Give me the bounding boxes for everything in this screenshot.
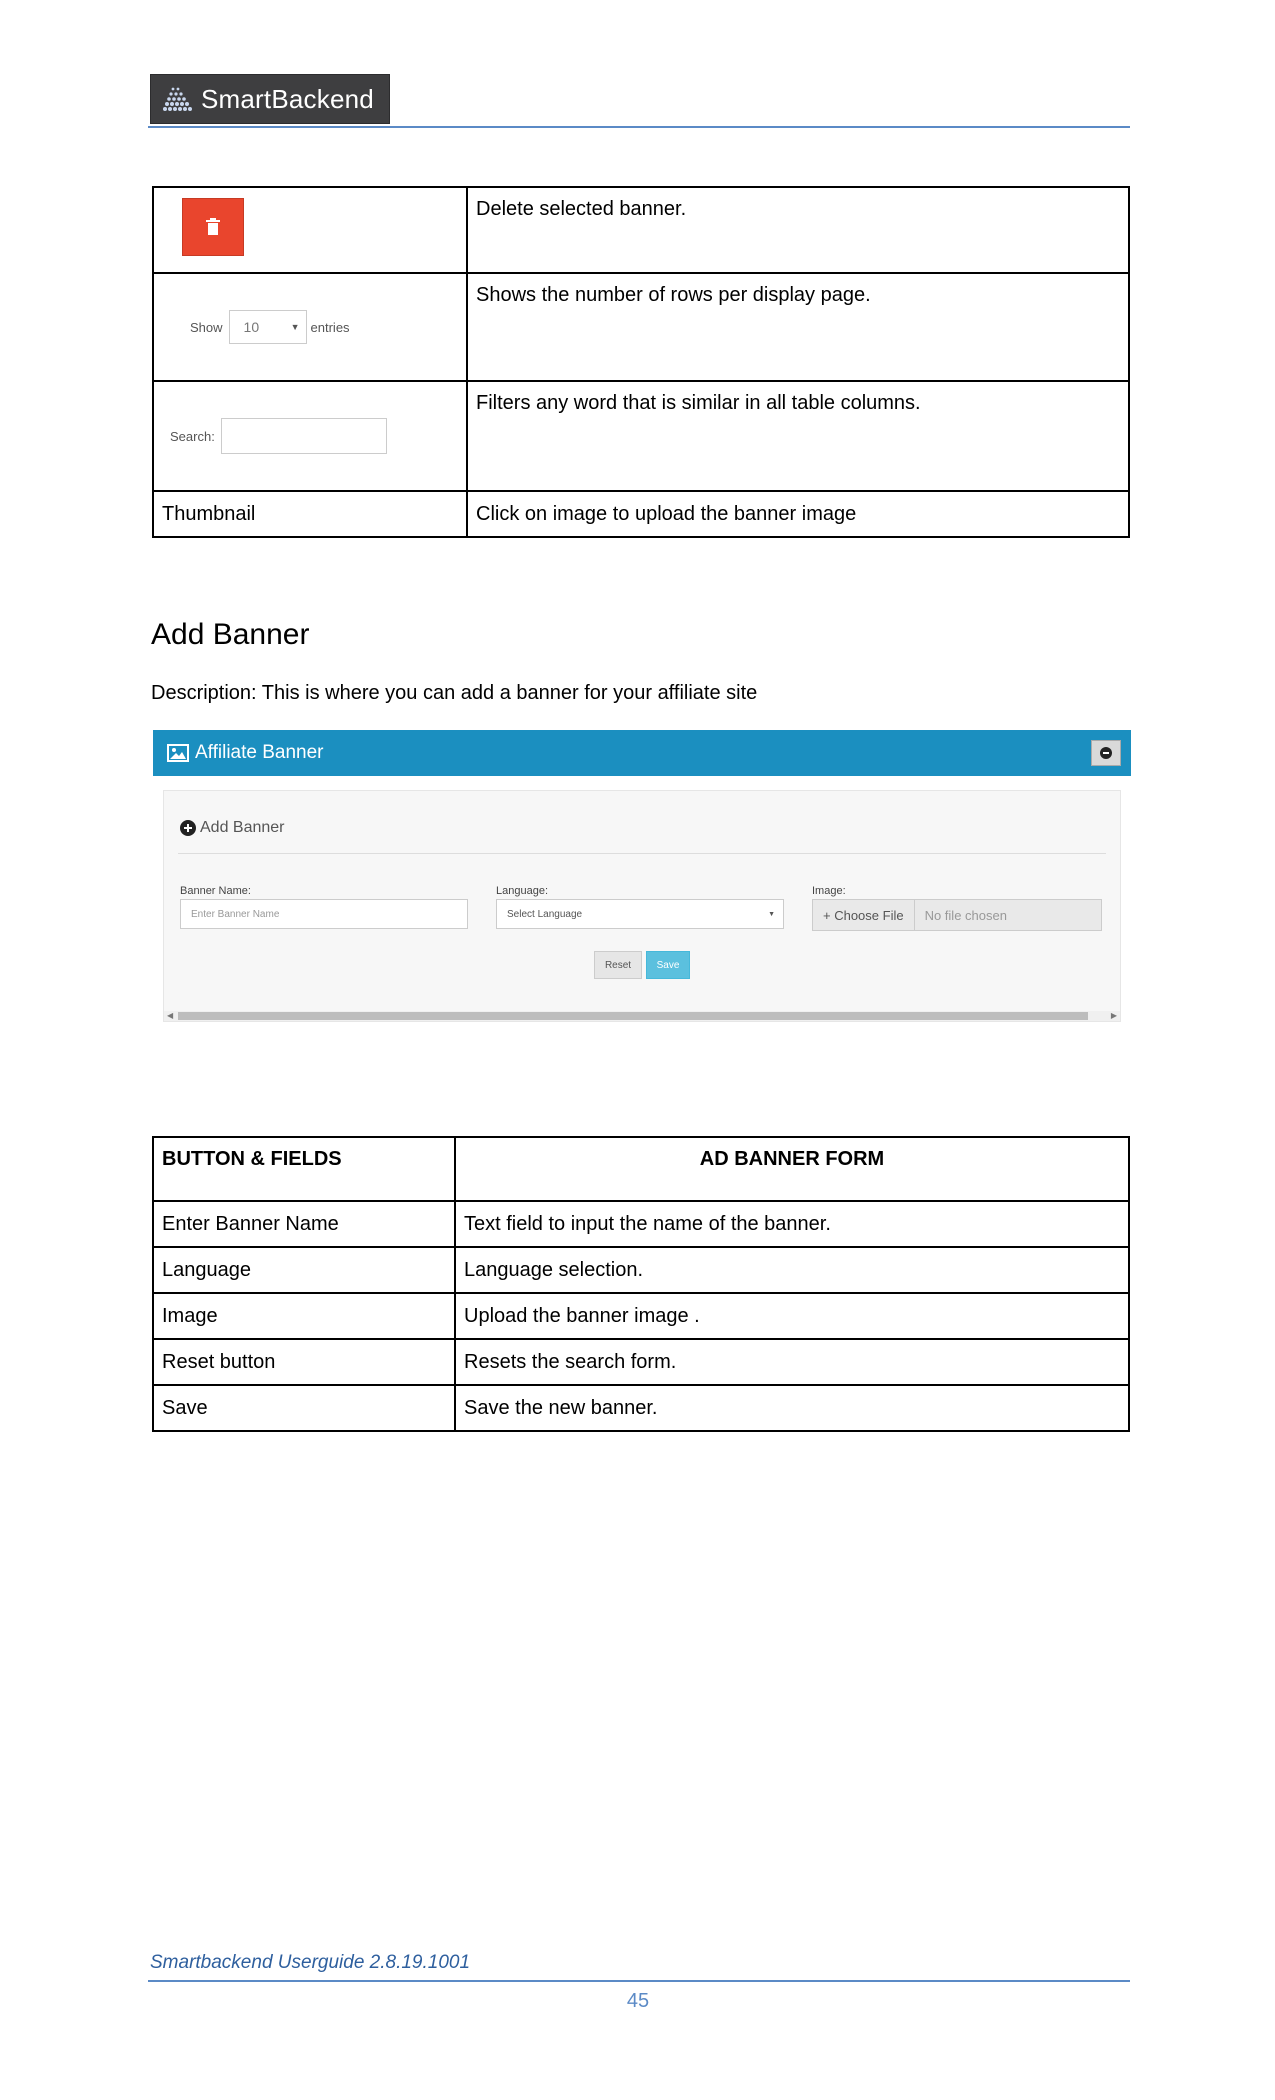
section-description: Description: This is where you can add a… — [151, 682, 758, 704]
show-label: Show — [190, 319, 223, 335]
column-header: BUTTON & FIELDS — [152, 1136, 456, 1202]
table-cell: Search: — [152, 380, 468, 492]
table-row: Language Language selection. — [152, 1246, 1130, 1294]
language-value: Select Language — [507, 908, 583, 920]
panel-title: Affiliate Banner — [195, 742, 324, 763]
scrollbar-thumb[interactable] — [178, 1012, 1088, 1020]
show-entries-control: Show 10 ▼ entries — [190, 310, 458, 344]
save-button[interactable]: Save — [646, 951, 690, 979]
plus-circle-icon — [180, 820, 196, 836]
smartbackend-logo: SmartBackend — [150, 74, 390, 124]
panel-header: Affiliate Banner — [153, 730, 1131, 776]
trash-icon — [206, 218, 220, 235]
table-cell: Click on image to upload the banner imag… — [466, 490, 1130, 538]
entries-select[interactable]: 10 ▼ — [228, 310, 307, 344]
table-cell: Text field to input the name of the bann… — [454, 1200, 1130, 1248]
table-cell: Image — [152, 1292, 456, 1340]
caret-down-icon: ▼ — [290, 322, 300, 332]
language-select[interactable]: Select Language ▼ — [496, 899, 784, 929]
table-cell: Save the new banner. — [454, 1384, 1130, 1432]
table-cell: Save — [152, 1384, 456, 1432]
controls-table: Delete selected banner. Show 10 ▼ entrie… — [152, 186, 1130, 538]
table-cell: Delete selected banner. — [466, 186, 1130, 274]
column-header: AD BANNER FORM — [454, 1136, 1130, 1202]
table-cell: Language selection. — [454, 1246, 1130, 1294]
panel-body: Add Banner Banner Name: Enter Banner Nam… — [163, 790, 1121, 1022]
delete-button[interactable] — [182, 198, 244, 256]
table-cell: Filters any word that is similar in all … — [466, 380, 1130, 492]
table-row: Save Save the new banner. — [152, 1384, 1130, 1432]
horizontal-scrollbar[interactable]: ◀ ▶ — [164, 1011, 1120, 1021]
language-label: Language: — [496, 885, 548, 897]
table-cell: Resets the search form. — [454, 1338, 1130, 1386]
collapse-button[interactable] — [1091, 740, 1121, 766]
section-title: Add Banner — [151, 618, 310, 651]
table-cell: Shows the number of rows per display pag… — [466, 272, 1130, 382]
table-row: Thumbnail Click on image to upload the b… — [152, 490, 1130, 538]
scroll-left-icon[interactable]: ◀ — [167, 1011, 173, 1020]
image-label: Image: — [812, 885, 846, 897]
fields-table: BUTTON & FIELDS AD BANNER FORM Enter Ban… — [152, 1136, 1130, 1432]
image-icon — [167, 744, 189, 762]
table-cell: Show 10 ▼ entries — [152, 272, 468, 382]
table-row: Show 10 ▼ entries Shows the number of ro… — [152, 272, 1130, 382]
divider — [178, 853, 1106, 854]
footer-guide-title: Smartbackend Userguide 2.8.19.1001 — [150, 1952, 471, 1973]
table-header-row: BUTTON & FIELDS AD BANNER FORM — [152, 1136, 1130, 1202]
add-banner-heading: Add Banner — [180, 819, 285, 837]
table-cell: Thumbnail — [152, 490, 468, 538]
scroll-right-icon[interactable]: ▶ — [1111, 1011, 1117, 1020]
search-control: Search: — [170, 418, 458, 454]
logo-text: SmartBackend — [201, 83, 374, 114]
banner-name-label: Banner Name: — [180, 885, 251, 897]
table-cell — [152, 186, 468, 274]
footer-rule — [148, 1980, 1130, 1982]
add-banner-label: Add Banner — [200, 819, 285, 836]
search-input[interactable] — [220, 418, 387, 454]
page-number: 45 — [626, 1990, 650, 2012]
table-row: Reset button Resets the search form. — [152, 1338, 1130, 1386]
table-row: Enter Banner Name Text field to input th… — [152, 1200, 1130, 1248]
table-cell: Upload the banner image . — [454, 1292, 1130, 1340]
image-file-input[interactable]: + Choose File No file chosen — [812, 899, 1102, 931]
table-row: Search: Filters any word that is similar… — [152, 380, 1130, 492]
header-rule — [148, 126, 1130, 128]
entries-label: entries — [310, 319, 350, 335]
table-cell: Reset button — [152, 1338, 456, 1386]
reset-button[interactable]: Reset — [594, 951, 642, 979]
affiliate-banner-screenshot: Affiliate Banner Add Banner Banner Name:… — [153, 730, 1131, 1030]
minus-circle-icon — [1100, 747, 1112, 759]
table-cell: Enter Banner Name — [152, 1200, 456, 1248]
entries-value: 10 — [243, 319, 260, 335]
search-label: Search: — [170, 428, 215, 444]
choose-file-button[interactable]: + Choose File — [813, 900, 915, 930]
table-cell: Language — [152, 1246, 456, 1294]
logo-grid-icon — [163, 87, 192, 111]
table-row: Image Upload the banner image . — [152, 1292, 1130, 1340]
banner-name-input[interactable]: Enter Banner Name — [180, 899, 468, 929]
no-file-text: No file chosen — [924, 907, 1007, 923]
table-row: Delete selected banner. — [152, 186, 1130, 274]
caret-down-icon: ▼ — [768, 910, 775, 918]
